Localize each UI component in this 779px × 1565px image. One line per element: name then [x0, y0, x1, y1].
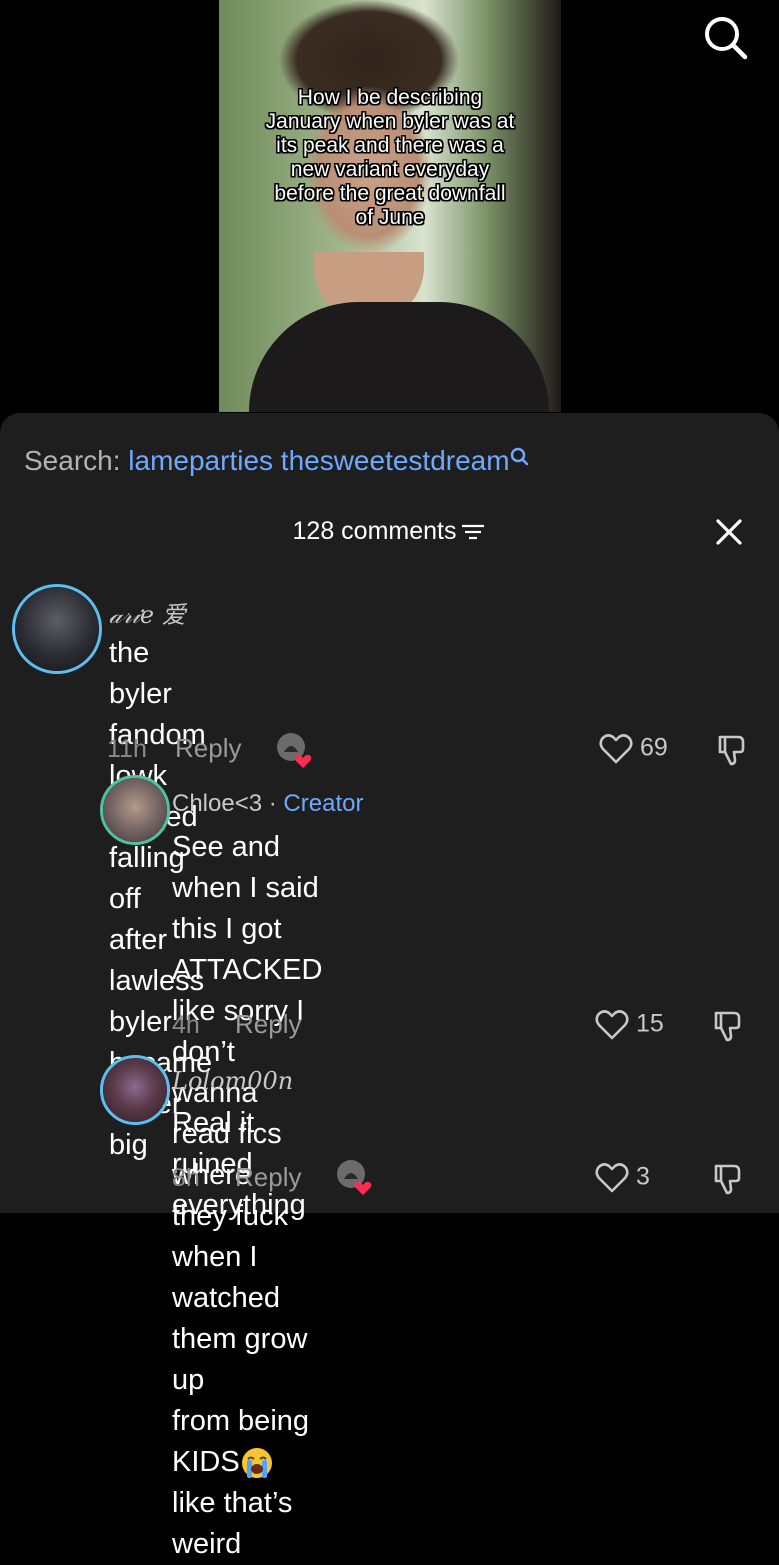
video-caption: How I be describing January when byler w… [219, 86, 561, 230]
caption-line: its peak and there was a [276, 134, 504, 157]
creator-badge: Creator [283, 790, 364, 817]
comments-sheet: Search: lameparties thesweetestdream 128… [0, 413, 779, 1560]
comment-username[interactable]: Chloe<3 · Creator [172, 790, 363, 818]
comment-count: 128 comments [292, 517, 457, 545]
separator-dot: · [268, 790, 277, 817]
caption-line: before the great downfall [274, 182, 506, 205]
comment-line: from being KIDS like that’s weird [172, 1401, 322, 1565]
comment-time: 11h [107, 735, 147, 763]
caption-line: How I be describing [297, 86, 483, 109]
like-button[interactable]: 15 [594, 1009, 664, 1041]
video-subject-shirt [249, 302, 549, 412]
reply-button[interactable]: Reply [235, 1009, 301, 1040]
comment-line: See and when I said this I got ATTACKED [172, 831, 323, 986]
search-suggestion[interactable]: Search: lameparties thesweetestdream [24, 445, 530, 477]
like-button[interactable]: 69 [598, 733, 668, 765]
close-icon[interactable] [712, 515, 746, 549]
comment-line-part: like that’s weird [172, 1487, 293, 1560]
search-query-link[interactable]: lameparties thesweetestdream [128, 445, 509, 476]
username-text: Chloe<3 [172, 790, 263, 817]
sort-icon[interactable] [460, 521, 486, 543]
heart-icon [595, 1163, 629, 1193]
video-frame[interactable]: How I be describing January when byler w… [219, 0, 561, 412]
caption-line: new variant everyday [290, 158, 490, 181]
dislike-icon[interactable] [712, 1009, 744, 1048]
caption-line: January when byler was at [265, 110, 515, 133]
avatar[interactable] [100, 1055, 170, 1125]
creator-liked-icon [276, 732, 312, 768]
avatar[interactable] [100, 775, 170, 845]
comments-header[interactable]: 128 comments [0, 517, 779, 546]
like-count: 3 [636, 1162, 650, 1191]
comment-time: 4h [172, 1011, 200, 1039]
like-count: 69 [640, 733, 668, 762]
dislike-icon[interactable] [712, 1162, 744, 1201]
caption-line: of June [355, 206, 425, 229]
username-text: Lolom00n [172, 1067, 294, 1095]
comment-line: they fuck when I watched them grow up [172, 1200, 308, 1396]
dislike-icon[interactable] [716, 733, 748, 772]
reply-button[interactable]: Reply [175, 733, 241, 764]
crying-face-emoji [240, 1446, 274, 1480]
like-button[interactable]: 3 [594, 1162, 650, 1194]
avatar[interactable] [12, 584, 102, 674]
comment-time: 8h [172, 1164, 200, 1192]
reply-button[interactable]: Reply [235, 1162, 301, 1193]
username-text: 𝒶𝓇𝒾𝑒 爱 [109, 601, 186, 629]
search-small-icon [510, 447, 528, 466]
like-count: 15 [636, 1009, 664, 1038]
heart-icon [595, 1010, 629, 1040]
creator-liked-icon [336, 1159, 372, 1195]
comment-username[interactable]: 𝒶𝓇𝒾𝑒 爱 [109, 595, 186, 630]
search-icon[interactable] [700, 12, 750, 62]
comment-username[interactable]: Lolom00n [172, 1067, 293, 1096]
heart-icon [599, 734, 633, 764]
video-player[interactable]: How I be describing January when byler w… [0, 0, 779, 420]
search-label: Search: [24, 445, 121, 476]
